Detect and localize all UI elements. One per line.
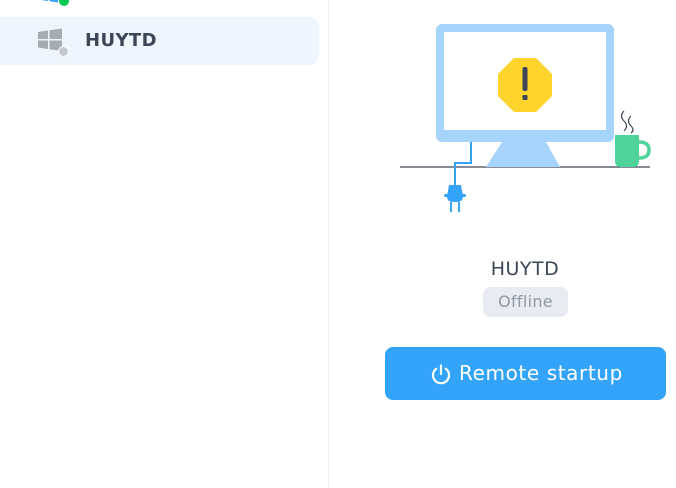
remote-startup-button[interactable]: Remote startup [385,347,666,400]
power-cable [454,142,472,186]
app-root: HUYTD HUYTD Offline Remote startup [0,0,676,488]
online-status-dot [58,0,70,7]
power-icon [429,362,453,386]
host-name: HUYTD [490,258,560,280]
device-sidebar: HUYTD [0,0,328,488]
offline-illustration [400,24,651,212]
status-badge: Offline [483,287,568,317]
device-list-item[interactable] [0,0,319,8]
remote-startup-label: Remote startup [459,361,623,385]
device-detail-panel: HUYTD Offline Remote startup [329,0,676,488]
device-list-item-selected[interactable]: HUYTD [0,17,319,65]
device-label: HUYTD [85,30,157,51]
warning-icon [498,58,552,112]
coffee-mug-icon [615,110,651,167]
monitor-stand [486,142,560,167]
power-plug-icon [444,185,466,212]
offline-status-dot [58,46,69,57]
